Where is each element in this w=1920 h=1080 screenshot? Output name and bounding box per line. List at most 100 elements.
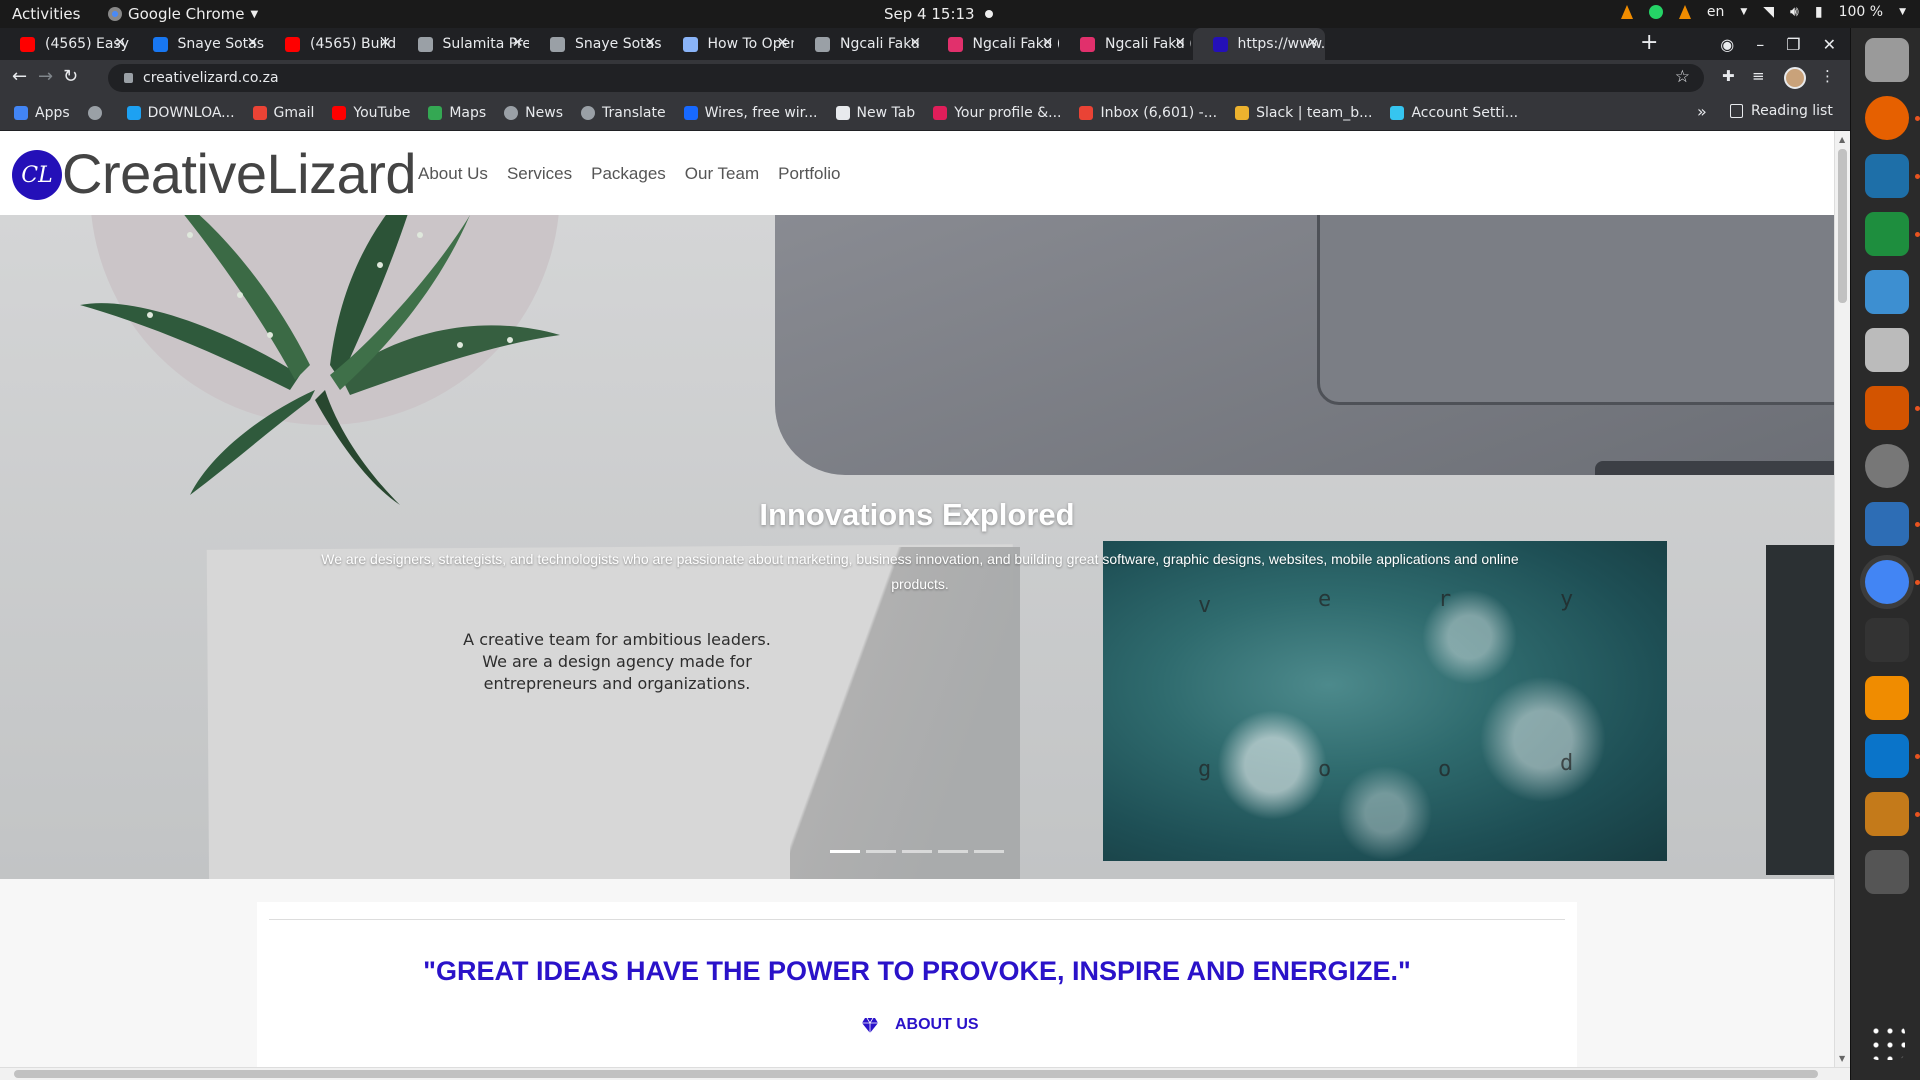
chrome-icon[interactable] [1865, 560, 1909, 604]
scroll-down-icon[interactable]: ▼ [1839, 1054, 1845, 1063]
bookmark-item[interactable] [87, 106, 109, 120]
tab-search-icon[interactable]: ◉ [1720, 35, 1734, 54]
bookmark-item[interactable]: Translate [581, 105, 666, 121]
scroll-up-icon[interactable]: ▲ [1839, 135, 1845, 144]
nav-portfolio[interactable]: Portfolio [778, 164, 840, 184]
close-tab-icon[interactable]: ✕ [1042, 35, 1054, 51]
chrome-menu-icon[interactable]: ⋮ [1820, 67, 1835, 85]
app-grid-icon[interactable] [1869, 1024, 1905, 1060]
minimize-icon[interactable]: – [1756, 35, 1764, 54]
browser-tab[interactable]: How To Open ✕ [663, 28, 795, 60]
reading-list-button[interactable]: Reading list [1730, 103, 1833, 119]
new-tab-button[interactable]: + [1640, 30, 1658, 55]
software-store-icon[interactable] [1865, 270, 1909, 314]
vertical-scrollbar[interactable]: ▲ ▼ [1834, 131, 1850, 1067]
close-tab-icon[interactable]: ✕ [644, 35, 656, 51]
running-indicator [1915, 406, 1920, 411]
profile-avatar[interactable] [1784, 67, 1806, 89]
bookmark-label: Inbox (6,601) -... [1100, 105, 1218, 121]
settings-icon[interactable] [1865, 444, 1909, 488]
gmail-icon [252, 106, 267, 120]
close-tab-icon[interactable]: ✕ [247, 35, 259, 51]
bookmark-item[interactable]: Gmail [252, 105, 314, 121]
reload-icon[interactable]: ↻ [63, 66, 78, 87]
running-indicator [1915, 812, 1920, 817]
browser-tab[interactable]: Ngcali Faku ✕ [795, 28, 927, 60]
extensions-icon[interactable]: ✚ [1722, 67, 1735, 85]
forward-icon[interactable]: → [38, 66, 53, 87]
close-tab-icon[interactable]: ✕ [114, 35, 126, 51]
hero-carousel[interactable]: A creative team for ambitious leaders. W… [0, 215, 1834, 879]
restore-icon[interactable]: ❐ [1786, 35, 1800, 54]
bookmark-item[interactable]: Account Setti... [1390, 105, 1518, 121]
nav-about-us[interactable]: About Us [418, 164, 488, 184]
drive-icon[interactable] [1865, 850, 1909, 894]
close-tab-icon[interactable]: ✕ [379, 35, 391, 51]
clock[interactable]: Sep 4 15:13 [884, 5, 993, 23]
about-us-link[interactable]: ABOUT US [861, 1016, 979, 1034]
document-viewer-icon[interactable] [1865, 502, 1909, 546]
more-bookmarks-icon[interactable]: » [1697, 102, 1707, 121]
bookmark-star-icon[interactable]: ☆ [1675, 67, 1690, 87]
chevron-down-icon: ▼ [250, 8, 259, 20]
vscode-icon[interactable] [1865, 734, 1909, 778]
firefox-icon[interactable] [1865, 96, 1909, 140]
horizontal-scrollbar[interactable] [0, 1067, 1850, 1080]
carousel-indicator[interactable] [974, 850, 1004, 853]
bookmark-item[interactable]: Maps [428, 105, 486, 121]
back-icon[interactable]: ← [12, 66, 27, 87]
scrollbar-thumb[interactable] [14, 1070, 1818, 1078]
browser-tab[interactable]: Snaye Sotashe✕ [530, 28, 662, 60]
close-tab-icon[interactable]: ✕ [1307, 35, 1319, 51]
address-bar[interactable]: creativelizard.co.za ☆ [108, 64, 1704, 92]
image-editor-icon[interactable] [1865, 792, 1909, 836]
carousel-indicator[interactable] [938, 850, 968, 853]
spreadsheet-icon[interactable] [1865, 212, 1909, 256]
app-menu[interactable]: Google Chrome ▼ [108, 5, 258, 23]
carousel-indicator[interactable] [866, 850, 896, 853]
nav-services[interactable]: Services [507, 164, 572, 184]
bookmark-item[interactable]: Your profile &... [933, 105, 1061, 121]
close-tab-icon[interactable]: ✕ [909, 35, 921, 51]
bookmark-item[interactable]: DOWNLOA... [126, 105, 235, 121]
browser-tab[interactable]: Snaye Sotashe✕ [133, 28, 265, 60]
activities-button[interactable]: Activities [12, 5, 80, 23]
media-controls-icon[interactable]: ≡ [1752, 67, 1765, 85]
browser-tab[interactable]: (4565) Easy Tu✕ [0, 28, 132, 60]
browser-tab[interactable]: Ngcali Faku (@✕ [1060, 28, 1192, 60]
browser-tab[interactable]: https://www. ✕ [1192, 28, 1325, 60]
carousel-indicator[interactable] [902, 850, 932, 853]
logo-mark[interactable]: CL [12, 150, 62, 200]
lock-icon[interactable] [124, 73, 133, 83]
bookmark-item[interactable]: New Tab [835, 105, 915, 121]
search-app-icon[interactable] [1865, 328, 1909, 372]
image-viewer-icon[interactable] [1865, 154, 1909, 198]
terminal-icon[interactable] [1865, 618, 1909, 662]
nav-packages[interactable]: Packages [591, 164, 666, 184]
nav-our-team[interactable]: Our Team [685, 164, 759, 184]
carousel-indicator[interactable] [830, 850, 860, 853]
close-tab-icon[interactable]: ✕ [1174, 35, 1186, 51]
address-text[interactable]: creativelizard.co.za [143, 70, 279, 86]
vlc-icon[interactable] [1865, 676, 1909, 720]
system-tray[interactable]: en ▼ ◥ 🔊︎ ▮ 100 % ▼ [1620, 4, 1906, 20]
bookmark-item[interactable]: News [504, 105, 563, 121]
presentation-icon[interactable] [1865, 386, 1909, 430]
files-icon[interactable] [1865, 38, 1909, 82]
bookmark-item[interactable]: Apps [14, 105, 70, 121]
bookmark-item[interactable]: Wires, free wir... [683, 105, 818, 121]
scrollbar-thumb[interactable] [1838, 149, 1847, 303]
logo-text[interactable]: CreativeLizard [62, 141, 417, 206]
browser-tab[interactable]: (4565) Build a✕ [265, 28, 397, 60]
language-indicator[interactable]: en [1707, 4, 1725, 20]
close-tab-icon[interactable]: ✕ [777, 35, 789, 51]
close-tab-icon[interactable]: ✕ [512, 35, 524, 51]
bookmark-item[interactable]: YouTube [332, 105, 410, 121]
bookmark-label: DOWNLOA... [147, 105, 235, 121]
bookmark-item[interactable]: Inbox (6,601) -... [1079, 105, 1217, 121]
behance-icon [683, 106, 698, 120]
browser-tab[interactable]: Sulamita Pres✕ [398, 28, 530, 60]
bookmark-item[interactable]: Slack | team_b... [1235, 105, 1372, 121]
browser-tab[interactable]: Ngcali Faku (@✕ [928, 28, 1060, 60]
close-window-icon[interactable]: ✕ [1823, 35, 1836, 54]
